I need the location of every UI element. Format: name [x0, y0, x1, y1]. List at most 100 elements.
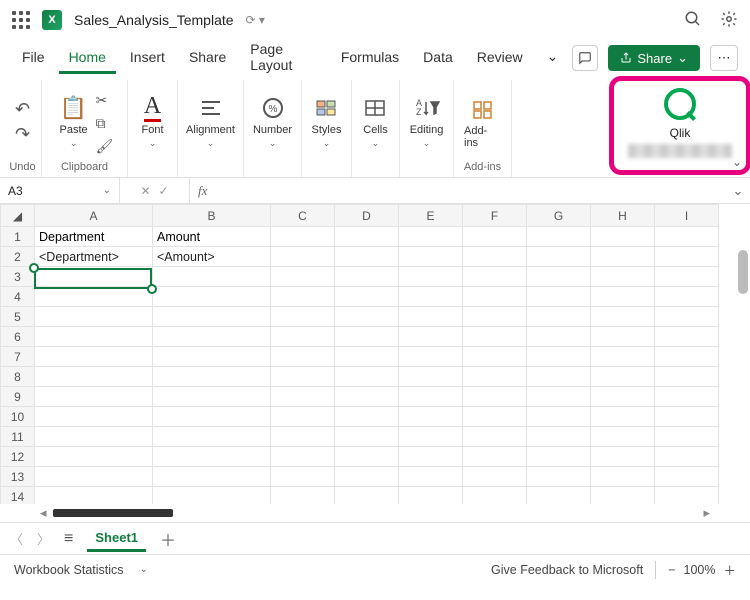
cell[interactable] — [335, 487, 399, 505]
cell[interactable] — [527, 267, 591, 287]
cell[interactable] — [527, 247, 591, 267]
cancel-formula-icon[interactable]: ✕ — [140, 184, 150, 198]
row-header[interactable]: 8 — [1, 367, 35, 387]
cell[interactable] — [591, 327, 655, 347]
addins-button[interactable]: Add-ins — [460, 93, 505, 151]
format-painter-button[interactable]: 🖌 — [96, 138, 114, 155]
cell[interactable] — [399, 227, 463, 247]
cell[interactable] — [527, 427, 591, 447]
cell[interactable] — [35, 447, 153, 467]
cell[interactable] — [527, 327, 591, 347]
expand-formula-bar[interactable]: ⌄ — [726, 178, 750, 203]
cell[interactable]: <Department> — [35, 247, 153, 267]
cell[interactable] — [335, 387, 399, 407]
cell[interactable] — [463, 487, 527, 505]
zoom-level[interactable]: 100% — [684, 563, 716, 577]
cell[interactable] — [527, 287, 591, 307]
horizontal-scrollbar[interactable] — [53, 509, 173, 517]
cell[interactable] — [463, 367, 527, 387]
cell[interactable] — [271, 307, 335, 327]
more-options-button[interactable]: ⋯ — [710, 45, 738, 71]
cell[interactable] — [655, 447, 719, 467]
row-header[interactable]: 11 — [1, 427, 35, 447]
cell[interactable] — [463, 467, 527, 487]
cell[interactable] — [399, 327, 463, 347]
app-launcher-icon[interactable] — [12, 11, 30, 29]
cell[interactable] — [527, 307, 591, 327]
cell[interactable] — [655, 307, 719, 327]
cell[interactable] — [271, 327, 335, 347]
cell[interactable] — [399, 367, 463, 387]
cell[interactable] — [463, 327, 527, 347]
cell[interactable] — [463, 287, 527, 307]
cell[interactable] — [655, 287, 719, 307]
cell[interactable] — [527, 467, 591, 487]
cell[interactable] — [463, 227, 527, 247]
paste-button[interactable]: 📋 Paste ⌄ — [56, 92, 92, 151]
cell[interactable] — [335, 227, 399, 247]
tab-insert[interactable]: Insert — [120, 43, 175, 74]
cell[interactable] — [463, 267, 527, 287]
settings-gear-icon[interactable] — [720, 10, 738, 31]
cell[interactable] — [655, 407, 719, 427]
cell[interactable] — [335, 307, 399, 327]
cell[interactable] — [527, 407, 591, 427]
cell[interactable] — [463, 427, 527, 447]
row-header[interactable]: 1 — [1, 227, 35, 247]
qlik-addin-group[interactable]: Qlik — [614, 80, 746, 177]
cell[interactable] — [335, 267, 399, 287]
spreadsheet-grid[interactable]: ◢ A B C D E F G H I 1DepartmentAmount 2<… — [0, 204, 750, 504]
row-header[interactable]: 10 — [1, 407, 35, 427]
cell[interactable] — [591, 347, 655, 367]
cell[interactable] — [463, 447, 527, 467]
row-header[interactable]: 2 — [1, 247, 35, 267]
cell[interactable] — [527, 487, 591, 505]
document-title[interactable]: Sales_Analysis_Template — [74, 12, 234, 28]
cell[interactable] — [335, 347, 399, 367]
col-header[interactable]: I — [655, 205, 719, 227]
cell[interactable] — [399, 467, 463, 487]
cell[interactable] — [655, 427, 719, 447]
cell[interactable] — [335, 247, 399, 267]
cell[interactable] — [591, 287, 655, 307]
cell[interactable]: <Amount> — [153, 247, 271, 267]
cell[interactable] — [271, 247, 335, 267]
cell[interactable] — [335, 407, 399, 427]
tab-overflow[interactable]: ⌄ — [537, 42, 569, 74]
selection-handle[interactable] — [147, 284, 157, 294]
cell[interactable] — [335, 467, 399, 487]
confirm-formula-icon[interactable]: ✓ — [159, 184, 169, 198]
cell[interactable] — [655, 467, 719, 487]
cell[interactable] — [35, 307, 153, 327]
feedback-link[interactable]: Give Feedback to Microsoft — [491, 563, 643, 577]
cell[interactable] — [153, 327, 271, 347]
cut-button[interactable]: ✂ — [96, 92, 114, 109]
cell[interactable] — [153, 367, 271, 387]
cell[interactable] — [655, 267, 719, 287]
cell[interactable] — [591, 247, 655, 267]
selection-handle[interactable] — [29, 263, 39, 273]
cell[interactable] — [271, 367, 335, 387]
col-header[interactable]: G — [527, 205, 591, 227]
cell[interactable] — [153, 307, 271, 327]
row-header[interactable]: 7 — [1, 347, 35, 367]
cell[interactable] — [153, 487, 271, 505]
cell[interactable] — [591, 307, 655, 327]
cell[interactable] — [335, 447, 399, 467]
cell[interactable] — [655, 327, 719, 347]
cell[interactable] — [335, 427, 399, 447]
cell[interactable] — [527, 447, 591, 467]
number-dropdown[interactable]: % Number ⌄ — [249, 92, 296, 151]
tab-formulas[interactable]: Formulas — [331, 43, 409, 74]
vertical-scrollbar[interactable] — [738, 250, 748, 294]
tab-home[interactable]: Home — [59, 43, 116, 74]
sheet-tab[interactable]: Sheet1 — [87, 526, 146, 552]
cell[interactable] — [655, 487, 719, 505]
cell[interactable] — [591, 467, 655, 487]
cell[interactable] — [153, 267, 271, 287]
font-dropdown[interactable]: A Font ⌄ — [137, 92, 167, 151]
scroll-left-icon[interactable]: ◂ — [40, 505, 47, 521]
row-header[interactable]: 4 — [1, 287, 35, 307]
copy-button[interactable]: ⧉ — [96, 115, 114, 132]
workbook-stats-button[interactable]: Workbook Statistics — [14, 563, 124, 577]
